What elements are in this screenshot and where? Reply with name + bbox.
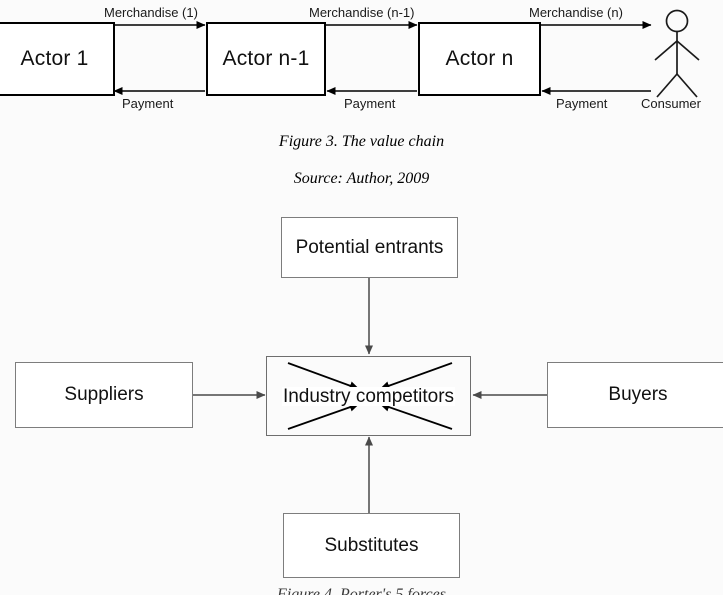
consumer-label: Consumer	[641, 96, 701, 111]
five-forces-box-potential-entrants: Potential entrants	[281, 217, 458, 278]
figure-page: Actor 1 Actor n-1 Actor n Merchandise (1…	[0, 0, 723, 595]
five-forces-box-label: Buyers	[608, 384, 668, 405]
value-chain-box-actor-n: Actor n	[418, 22, 541, 96]
five-forces-box-label: Suppliers	[64, 384, 144, 405]
figure-3-caption: Figure 3. The value chain	[278, 133, 445, 150]
payment-label-2: Payment	[344, 96, 396, 111]
five-forces-box-industry-competitors: Industry competitors	[266, 356, 471, 436]
payment-label-3: Payment	[556, 96, 608, 111]
merchandise-label-3: Merchandise (n)	[529, 5, 623, 20]
five-forces-box-label: Potential entrants	[295, 236, 444, 258]
five-forces-box-suppliers: Suppliers	[15, 362, 193, 428]
figure-3-source: Source: Author, 2009	[293, 170, 430, 187]
merchandise-label-2: Merchandise (n-1)	[309, 5, 415, 20]
five-forces-box-label: Substitutes	[324, 534, 419, 556]
value-chain-box-label: Actor n	[445, 47, 514, 70]
merchandise-label-1: Merchandise (1)	[104, 5, 198, 20]
value-chain-box-actor-1: Actor 1	[0, 22, 115, 96]
consumer-actor-icon	[654, 9, 700, 98]
five-forces-box-buyers: Buyers	[547, 362, 723, 428]
figure-4-caption: Figure 4. Porter's 5 forces	[277, 586, 446, 595]
value-chain-box-actor-n-1: Actor n-1	[206, 22, 326, 96]
five-forces-box-label: Industry competitors	[281, 385, 456, 407]
payment-label-1: Payment	[122, 96, 174, 111]
value-chain-box-label: Actor 1	[20, 47, 89, 70]
five-forces-box-substitutes: Substitutes	[283, 513, 460, 578]
value-chain-box-label: Actor n-1	[222, 47, 310, 70]
